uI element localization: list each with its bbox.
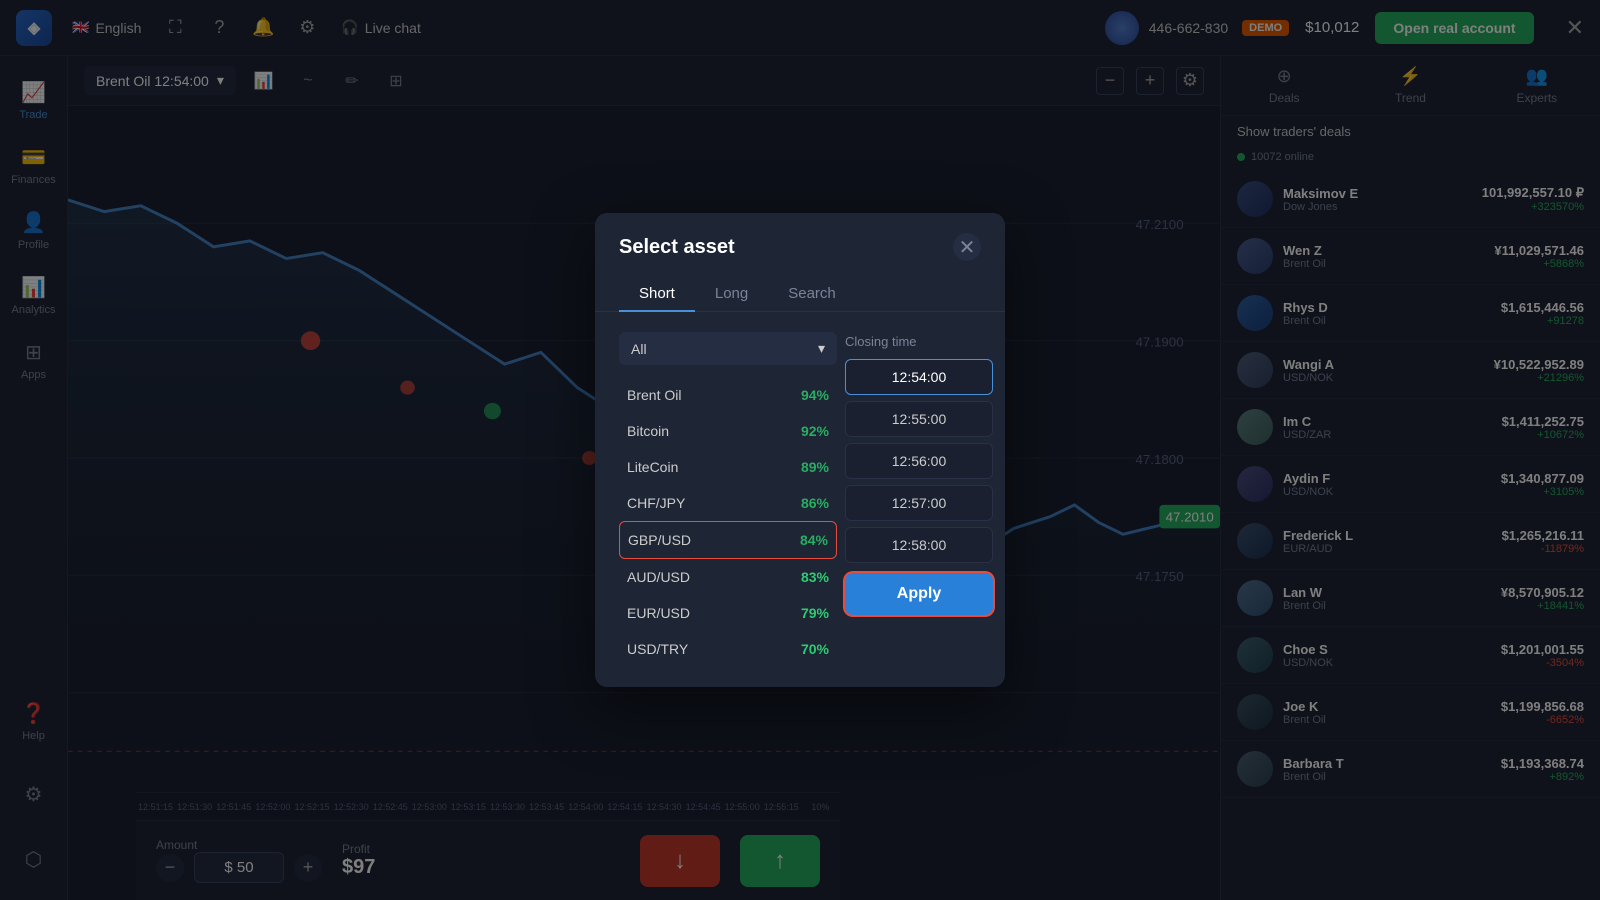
asset-pct: 84%: [800, 532, 828, 548]
asset-name: CHF/JPY: [627, 495, 685, 511]
modal-closing-time: Closing time 12:54:00 12:55:00 12:56:00 …: [845, 332, 1005, 667]
asset-row-chf-jpy[interactable]: CHF/JPY 86%: [619, 485, 837, 521]
asset-name: Brent Oil: [627, 387, 681, 403]
modal-close-button[interactable]: ✕: [953, 233, 981, 261]
modal-tabs: Short Long Search: [595, 277, 1005, 312]
asset-row-eur-usd[interactable]: EUR/USD 79%: [619, 595, 837, 631]
select-asset-modal: Select asset ✕ Short Long Search All ▾ B…: [595, 213, 1005, 687]
time-option-1256[interactable]: 12:56:00: [845, 443, 993, 479]
asset-name: Bitcoin: [627, 423, 669, 439]
time-option-1257[interactable]: 12:57:00: [845, 485, 993, 521]
asset-pct: 94%: [801, 387, 829, 403]
time-option-1254[interactable]: 12:54:00: [845, 359, 993, 395]
modal-title: Select asset: [619, 236, 735, 259]
asset-filter-dropdown[interactable]: All ▾: [619, 332, 837, 365]
tab-short[interactable]: Short: [619, 277, 695, 312]
filter-chevron-icon: ▾: [818, 340, 825, 357]
asset-row-usd-try[interactable]: USD/TRY 70%: [619, 631, 837, 667]
asset-name: LiteCoin: [627, 459, 678, 475]
modal-header: Select asset ✕: [595, 213, 1005, 277]
closing-time-label: Closing time: [845, 332, 993, 349]
asset-pct: 89%: [801, 459, 829, 475]
asset-name: GBP/USD: [628, 532, 691, 548]
modal-body: All ▾ Brent Oil 94% Bitcoin 92% LiteCoin…: [595, 312, 1005, 687]
time-option-1258[interactable]: 12:58:00: [845, 527, 993, 563]
asset-pct: 86%: [801, 495, 829, 511]
apply-button[interactable]: Apply: [845, 573, 993, 615]
asset-name: AUD/USD: [627, 569, 690, 585]
time-option-1255[interactable]: 12:55:00: [845, 401, 993, 437]
asset-name: EUR/USD: [627, 605, 690, 621]
asset-pct: 83%: [801, 569, 829, 585]
asset-name: USD/TRY: [627, 641, 688, 657]
modal-asset-list: All ▾ Brent Oil 94% Bitcoin 92% LiteCoin…: [595, 332, 845, 667]
tab-search[interactable]: Search: [768, 277, 856, 312]
asset-row-aud-usd[interactable]: AUD/USD 83%: [619, 559, 837, 595]
asset-pct: 79%: [801, 605, 829, 621]
asset-row-gbp-usd[interactable]: GBP/USD 84%: [619, 521, 837, 559]
asset-pct: 92%: [801, 423, 829, 439]
modal-overlay: Select asset ✕ Short Long Search All ▾ B…: [0, 0, 1600, 900]
asset-row-brent-oil[interactable]: Brent Oil 94%: [619, 377, 837, 413]
asset-row-bitcoin[interactable]: Bitcoin 92%: [619, 413, 837, 449]
filter-label: All: [631, 341, 647, 357]
asset-row-litecoin[interactable]: LiteCoin 89%: [619, 449, 837, 485]
tab-long[interactable]: Long: [695, 277, 768, 312]
asset-pct: 70%: [801, 641, 829, 657]
